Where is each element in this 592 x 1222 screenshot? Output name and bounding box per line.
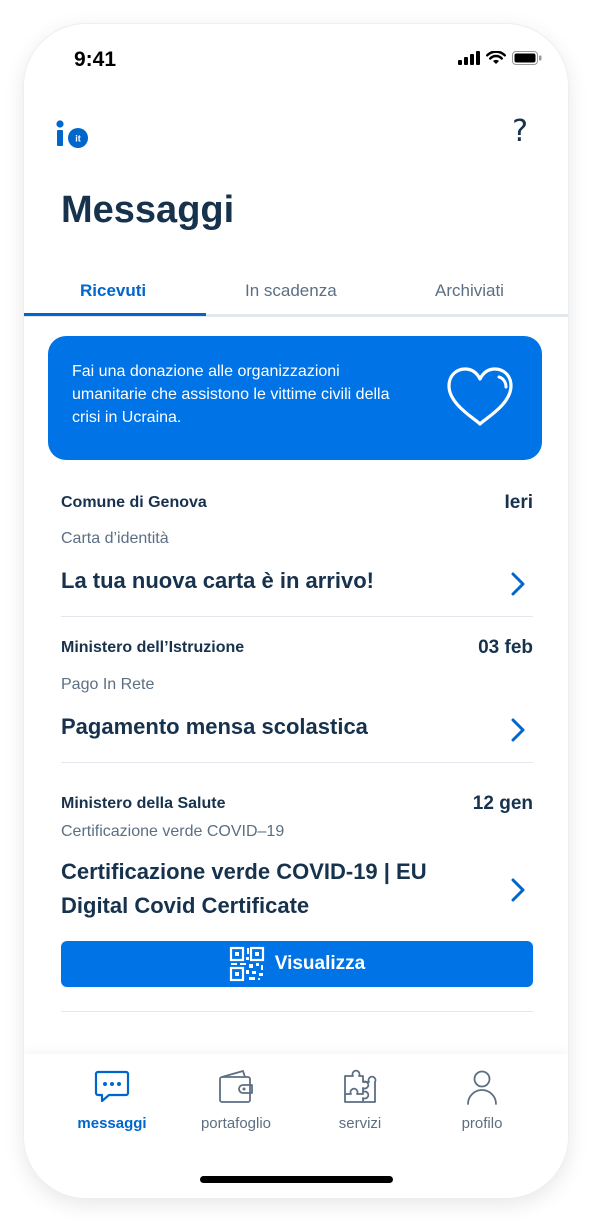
signal-icon [458, 51, 480, 65]
message-item[interactable]: Ministero dell’Istruzione 03 feb Pago In… [61, 637, 533, 749]
message-subject-line2: Digital Covid Certificate [61, 893, 310, 918]
chevron-right-icon [511, 572, 525, 596]
banner-text: Fai una donazione alle organizzazioni um… [72, 363, 390, 426]
tab-ricevuti[interactable]: Ricevuti [80, 281, 146, 301]
status-time: 9:41 [74, 48, 117, 71]
nav-profilo[interactable]: profilo [422, 1068, 542, 1132]
page-title: Messaggi [61, 189, 235, 231]
io-logo[interactable]: it [56, 120, 100, 150]
message-service: Certificazione verde COVID–19 [61, 823, 285, 840]
nav-label: messaggi [77, 1115, 147, 1132]
user-icon [467, 1070, 497, 1105]
nav-portafoglio[interactable]: portafoglio [176, 1068, 296, 1132]
divider [61, 1011, 533, 1012]
tab-in-scadenza[interactable]: In scadenza [245, 281, 337, 301]
message-service: Carta d’identità [61, 530, 169, 547]
message-date: 12 gen [472, 793, 533, 814]
chat-icon [94, 1070, 130, 1103]
message-subject: Pagamento mensa scolastica [61, 714, 368, 739]
nav-label: portafoglio [200, 1115, 272, 1132]
message-item[interactable]: Ministero della Salute 12 gen Certificaz… [61, 793, 533, 930]
qr-code-icon [229, 946, 264, 982]
phone-frame: 9:41 it ? Messaggi Ricevuti In scadenza … [24, 24, 568, 1198]
message-sender: Ministero dell’Istruzione [61, 639, 245, 656]
chevron-right-icon [511, 878, 525, 902]
message-subject-line1: Certificazione verde COVID-19 | EU [61, 859, 427, 884]
divider [61, 762, 533, 763]
visualizza-button[interactable]: Visualizza [61, 941, 533, 987]
active-tab-indicator [24, 313, 206, 316]
nav-label: profilo [461, 1115, 503, 1132]
message-date: Ieri [504, 492, 533, 513]
bottom-navigation: messaggi portafoglio servizi profilo [24, 1054, 568, 1198]
nav-label: servizi [338, 1115, 382, 1132]
battery-icon [512, 51, 542, 65]
status-bar: 9:41 [24, 24, 568, 94]
message-service: Pago In Rete [61, 676, 155, 693]
puzzle-icon [344, 1069, 377, 1103]
message-item[interactable]: Comune di Genova Ieri Carta d’identità L… [61, 492, 533, 604]
heart-icon [447, 367, 513, 426]
message-sender: Ministero della Salute [61, 795, 226, 812]
nav-messaggi[interactable]: messaggi [52, 1068, 172, 1132]
divider [61, 616, 533, 617]
message-sender: Comune di Genova [61, 494, 207, 511]
logo-suffix: it [75, 134, 81, 144]
help-button[interactable]: ? [512, 114, 528, 149]
home-indicator [200, 1176, 393, 1183]
message-date: 03 feb [478, 637, 533, 658]
nav-servizi[interactable]: servizi [300, 1068, 420, 1132]
message-subject: La tua nuova carta è in arrivo! [61, 568, 374, 593]
wallet-icon [219, 1070, 253, 1103]
donation-banner[interactable]: Fai una donazione alle organizzazioni um… [48, 336, 542, 460]
app-bar: it ? [24, 114, 568, 164]
tab-archiviati[interactable]: Archiviati [435, 281, 504, 301]
wifi-icon [486, 51, 506, 64]
chevron-right-icon [511, 718, 525, 742]
visualizza-label: Visualizza [274, 953, 366, 974]
status-icons [458, 51, 542, 65]
message-tabs: Ricevuti In scadenza Archiviati [24, 276, 568, 317]
